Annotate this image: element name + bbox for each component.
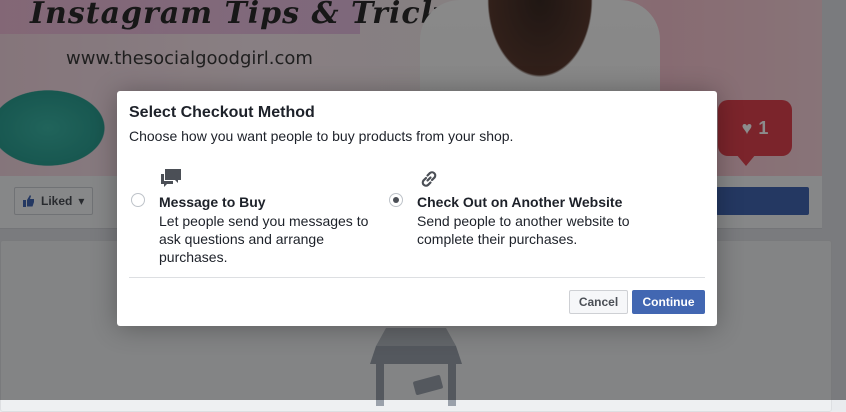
radio-check-out-another-website[interactable] xyxy=(389,193,403,207)
dialog-subtitle: Choose how you want people to buy produc… xyxy=(129,128,514,144)
option-description: Let people send you messages to ask ques… xyxy=(159,213,369,265)
link-icon xyxy=(421,171,437,187)
option-description: Send people to another website to comple… xyxy=(417,213,630,247)
dialog-divider xyxy=(129,277,705,278)
option-title: Check Out on Another Website xyxy=(417,194,623,210)
chat-bubbles-icon xyxy=(161,169,181,187)
radio-message-to-buy[interactable] xyxy=(131,193,145,207)
checkout-method-dialog: Select Checkout Method Choose how you wa… xyxy=(117,91,717,326)
option-title: Message to Buy xyxy=(159,194,266,210)
dialog-title: Select Checkout Method xyxy=(129,104,315,121)
cancel-button[interactable]: Cancel xyxy=(569,290,628,314)
continue-button[interactable]: Continue xyxy=(632,290,705,314)
